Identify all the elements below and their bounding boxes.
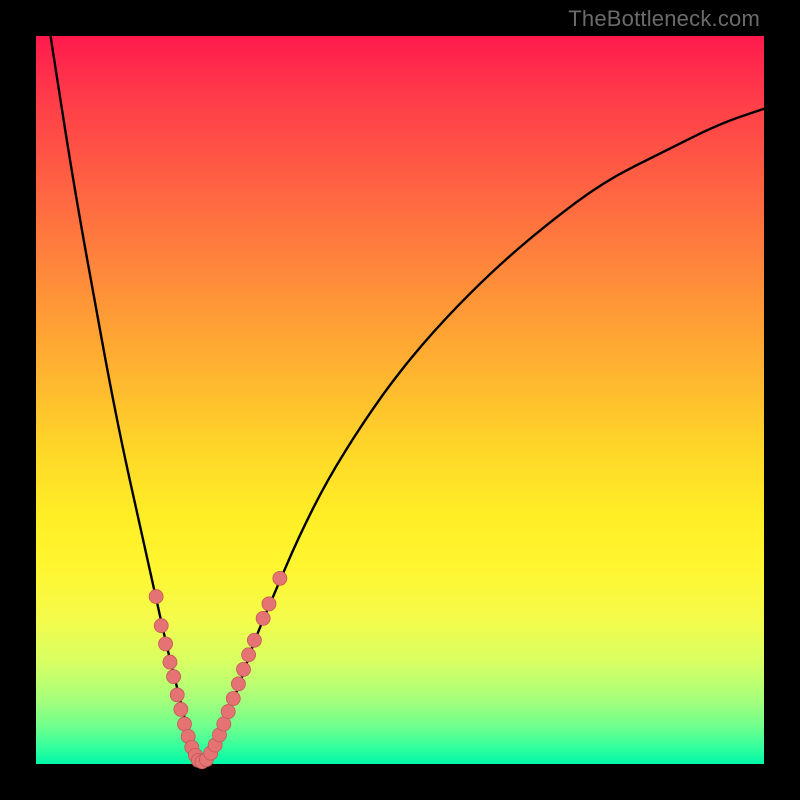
chart-stage: TheBottleneck.com: [0, 0, 800, 800]
scatter-point: [170, 688, 184, 702]
scatter-point: [256, 611, 270, 625]
scatter-point: [247, 633, 261, 647]
scatter-point: [231, 677, 245, 691]
scatter-point: [159, 637, 173, 651]
scatter-point: [149, 590, 163, 604]
scatter-point: [226, 691, 240, 705]
watermark-text: TheBottleneck.com: [568, 6, 760, 32]
plot-area: [36, 36, 764, 764]
scatter-points: [149, 571, 287, 768]
chart-svg: [36, 36, 764, 764]
bottleneck-curve: [51, 36, 764, 762]
scatter-point: [163, 655, 177, 669]
scatter-point: [178, 717, 192, 731]
scatter-point: [236, 662, 250, 676]
scatter-point: [262, 597, 276, 611]
scatter-point: [273, 571, 287, 585]
scatter-point: [242, 648, 256, 662]
scatter-point: [174, 702, 188, 716]
scatter-point: [221, 705, 235, 719]
scatter-point: [167, 670, 181, 684]
scatter-point: [217, 717, 231, 731]
scatter-point: [154, 619, 168, 633]
